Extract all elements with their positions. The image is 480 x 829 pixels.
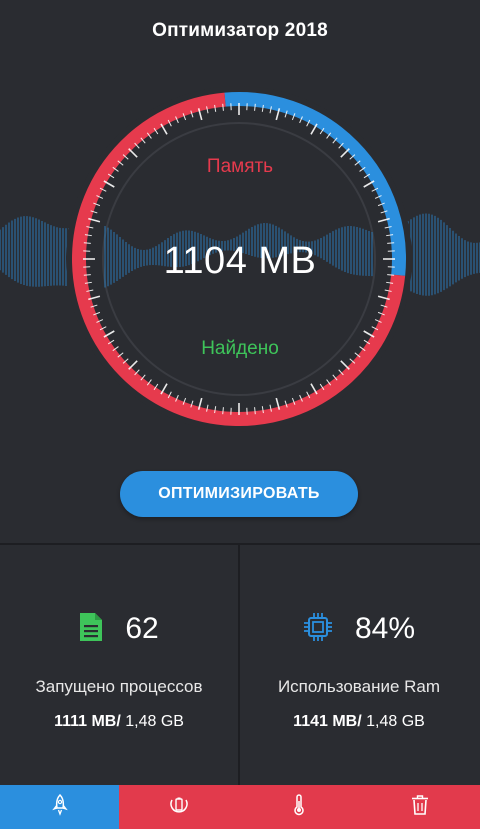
ram-percent: 84%	[354, 612, 416, 645]
processes-stat: 62 Запущено процессов 1111 MB/ 1,48 GB	[0, 545, 238, 787]
app-header: Оптимизатор 2018	[0, 0, 480, 62]
bottom-nav	[0, 785, 480, 829]
processes-header: 62	[0, 609, 238, 649]
processes-count: 62	[125, 612, 159, 645]
ram-usage: 1141 MB/ 1,48 GB	[240, 713, 478, 731]
rocket-icon	[51, 793, 68, 821]
processes-total: 1,48 GB	[120, 713, 184, 730]
optimize-button[interactable]: ОПТИМИЗИРОВАТЬ	[120, 471, 358, 517]
ram-header: 84%	[240, 609, 478, 649]
memory-label: Память	[206, 156, 274, 177]
nav-tab-battery[interactable]	[119, 785, 239, 829]
chip-icon	[303, 612, 333, 647]
document-icon	[79, 612, 103, 647]
battery-icon	[168, 794, 190, 821]
ram-caption: Использование Ram	[277, 677, 441, 696]
processes-usage: 1111 MB/ 1,48 GB	[0, 713, 238, 731]
nav-tab-boost[interactable]	[0, 785, 119, 829]
memory-gauge: Память 1104 MB Найдено	[0, 62, 480, 462]
ram-used: 1141 MB/	[293, 713, 362, 730]
processes-used: 1111 MB/	[54, 713, 121, 730]
ram-stat: 84% Использование Ram 1141 MB/ 1,48 GB	[240, 545, 478, 787]
nav-tab-cleaner[interactable]	[359, 785, 480, 829]
ram-total: 1,48 GB	[361, 713, 425, 730]
processes-caption: Запущено процессов	[35, 677, 203, 696]
thermometer-icon	[292, 793, 306, 821]
nav-tab-temperature[interactable]	[239, 785, 359, 829]
stats-panel: 62 Запущено процессов 1111 MB/ 1,48 GB 8…	[0, 543, 480, 787]
trash-icon	[411, 794, 429, 821]
app-title: Оптимизатор 2018	[152, 20, 328, 41]
memory-value: 1104 MB	[163, 240, 317, 282]
found-label: Найдено	[201, 338, 279, 359]
